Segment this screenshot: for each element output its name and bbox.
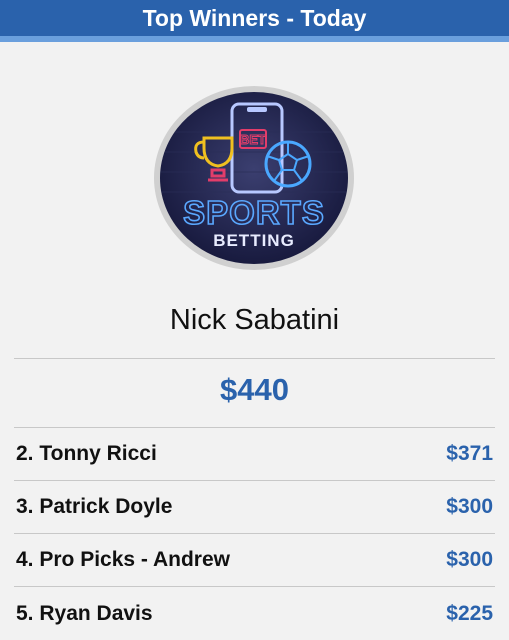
logo-sports-text: SPORTS bbox=[183, 194, 325, 231]
list-item[interactable]: 2. Tonny Ricci $371 bbox=[14, 428, 495, 481]
leader-name: 3. Patrick Doyle bbox=[16, 495, 173, 518]
leader-name: 2. Tonny Ricci bbox=[16, 442, 157, 465]
leader-amount: $300 bbox=[446, 495, 493, 518]
sports-betting-logo-icon: BET SPORTS BETTING bbox=[160, 92, 348, 264]
divider bbox=[14, 358, 495, 359]
leader-name: 5. Ryan Davis bbox=[16, 601, 153, 625]
leader-name: 4. Pro Picks - Andrew bbox=[16, 548, 230, 571]
header-bar: Top Winners - Today bbox=[0, 0, 509, 42]
list-item[interactable]: 3. Patrick Doyle $300 bbox=[14, 481, 495, 534]
leader-amount: $300 bbox=[446, 548, 493, 571]
logo-betting-text: BETTING bbox=[213, 231, 295, 250]
leader-amount: $371 bbox=[446, 442, 493, 465]
list-item[interactable]: 4. Pro Picks - Andrew $300 bbox=[14, 534, 495, 587]
top-winners-screen: Top Winners - Today BET SPORTS BETTING N… bbox=[0, 0, 509, 640]
logo-bet-text: BET bbox=[240, 132, 266, 147]
winner-amount: $440 bbox=[220, 372, 289, 407]
winner-name: Nick Sabatini bbox=[169, 304, 340, 336]
page-title: Top Winners - Today bbox=[142, 5, 367, 31]
list-item[interactable]: 5. Ryan Davis $225 bbox=[14, 587, 495, 640]
header-accent-stripe bbox=[0, 36, 509, 42]
winner-avatar: BET SPORTS BETTING bbox=[154, 86, 354, 270]
leader-amount: $225 bbox=[446, 601, 493, 625]
avatar-image: BET SPORTS BETTING bbox=[160, 92, 348, 264]
leaderboard-list: 2. Tonny Ricci $371 3. Patrick Doyle $30… bbox=[14, 428, 495, 640]
